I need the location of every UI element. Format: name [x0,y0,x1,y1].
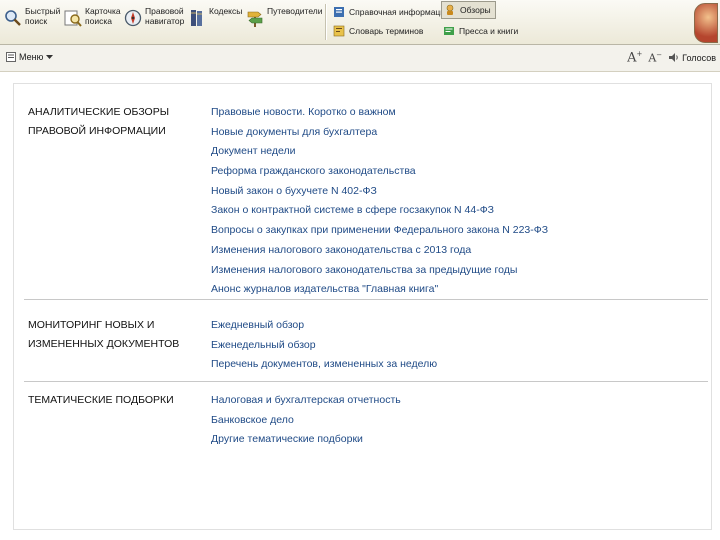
review-link[interactable]: Новые документы для бухгалтера [211,126,377,138]
list-item: Ежедневный обзор [211,316,437,336]
search-icon [4,9,22,27]
section-links: Правовые новости. Коротко о важном Новые… [211,103,548,300]
menu-label: Меню [19,52,44,62]
speaker-icon [668,52,679,63]
press-books-label: Пресса и книги [459,26,519,36]
list-item: Анонс журналов издательства "Главная кни… [211,280,548,300]
list-item: Перечень документов, измененных за недел… [211,355,437,375]
review-link[interactable]: Анонс журналов издательства "Главная кни… [211,283,438,295]
review-link[interactable]: Новый закон о бухучете N 402-ФЗ [211,185,377,197]
compass-icon [124,9,142,27]
review-link[interactable]: Налоговая и бухгалтерская отчетность [211,394,401,406]
review-link[interactable]: Изменения налогового законодательства с … [211,244,471,256]
voice-label: Голосов [682,52,716,63]
list-item: Новые документы для бухгалтера [211,123,548,143]
quick-search-button[interactable]: Быстрый поиск [4,6,73,36]
reviews-button[interactable]: Обзоры [441,1,496,19]
voice-button[interactable]: Голосов [668,52,716,63]
list-item: Документ недели [211,142,548,162]
reference-info-label: Справочная информация [349,7,450,17]
magnifier-card-icon [64,9,82,27]
section-title: ТЕМАТИЧЕСКИЕ ПОДБОРКИ [28,394,174,406]
guides-label: Путеводители [267,6,323,16]
list-item: Изменения налогового законодательства за… [211,261,548,281]
list-item: Еженедельный обзор [211,336,437,356]
menu-icon [6,52,16,62]
avatar[interactable] [694,3,718,43]
dictionary-icon [333,25,345,37]
review-link[interactable]: Другие тематические подборки [211,433,363,445]
legal-navigator-button[interactable]: Правовой навигатор [124,6,193,36]
review-link[interactable]: Перечень документов, измененных за недел… [211,358,437,370]
section-links: Ежедневный обзор Еженедельный обзор Пере… [211,316,437,375]
review-link[interactable]: Правовые новости. Коротко о важном [211,106,396,118]
review-link[interactable]: Банковское дело [211,414,294,426]
reviews-label: Обзоры [460,5,491,15]
press-books-button[interactable]: Пресса и книги [443,23,518,39]
section-title: АНАЛИТИЧЕСКИЕ ОБЗОРЫ ПРАВОВОЙ ИНФОРМАЦИИ [28,106,170,137]
section-title: МОНИТОРИНГ НОВЫХ И ИЗМЕНЕННЫХ ДОКУМЕНТОВ [28,319,180,350]
list-item: Изменения налогового законодательства с … [211,241,548,261]
list-item: Правовые новости. Коротко о важном [211,103,548,123]
list-item: Новый закон о бухучете N 402-ФЗ [211,182,548,202]
review-link[interactable]: Ежедневный обзор [211,319,304,331]
font-increase-icon[interactable]: A+ [627,50,642,65]
book-icon [333,6,345,18]
reviews-content-panel: АНАЛИТИЧЕСКИЕ ОБЗОРЫ ПРАВОВОЙ ИНФОРМАЦИИ… [13,83,712,530]
font-decrease-icon[interactable]: A− [648,51,662,65]
list-item: Закон о контрактной системе в сфере госз… [211,201,548,221]
terms-dictionary-label: Словарь терминов [349,26,424,36]
review-link[interactable]: Документ недели [211,145,296,157]
review-link[interactable]: Вопросы о закупках при применении Федера… [211,224,548,236]
section-links: Налоговая и бухгалтерская отчетность Бан… [211,391,401,450]
list-item: Налоговая и бухгалтерская отчетность [211,391,401,411]
bar2-right-tools: A+ A− Голосов [627,50,716,65]
review-link[interactable]: Реформа гражданского законодательства [211,165,416,177]
review-link[interactable]: Еженедельный обзор [211,339,316,351]
list-item: Другие тематические подборки [211,430,401,450]
section-divider [24,299,708,300]
search-card-button[interactable]: Карточка поиска [64,6,133,36]
legal-navigator-label: Правовой навигатор [145,6,185,26]
review-link[interactable]: Закон о контрактной системе в сфере госз… [211,204,494,216]
secondary-toolbar: Меню A+ A− Голосов [0,45,720,72]
signpost-icon [246,9,264,27]
reference-info-button[interactable]: Справочная информация [333,4,450,20]
books-icon [188,9,206,27]
review-link[interactable]: Изменения налогового законодательства за… [211,264,517,276]
list-item: Вопросы о закупках при применении Федера… [211,221,548,241]
reviews-icon [444,4,456,16]
list-item: Банковское дело [211,411,401,431]
guides-button[interactable]: Путеводители [246,6,329,36]
toolbar-separator [325,4,327,40]
menu-button[interactable]: Меню [6,52,54,62]
section-divider [24,381,708,382]
terms-dictionary-button[interactable]: Словарь терминов [333,23,423,39]
list-item: Реформа гражданского законодательства [211,162,548,182]
press-icon [443,25,455,37]
chevron-down-icon [46,54,54,60]
main-toolbar: Быстрый поиск Карточка поиска Правовой н… [0,0,720,45]
